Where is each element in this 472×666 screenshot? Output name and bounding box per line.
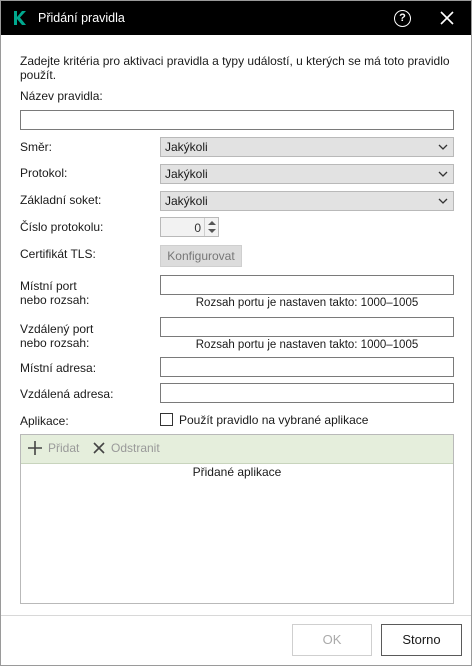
- remove-app-button[interactable]: Odstranit: [93, 441, 160, 455]
- remote-port-hint: Rozsah portu je nastaven takto: 1000–100…: [195, 339, 419, 351]
- ok-button[interactable]: OK: [292, 624, 372, 656]
- configure-button[interactable]: Konfigurovat: [160, 245, 242, 267]
- apply-to-apps-label[interactable]: Použít pravidlo na vybrané aplikace: [179, 413, 368, 427]
- local-address-label: Místní adresa:: [20, 361, 97, 375]
- applications-label: Aplikace:: [20, 414, 69, 428]
- added-apps-header: Přidané aplikace: [192, 465, 282, 479]
- local-port-label-2: nebo rozsah:: [20, 293, 90, 307]
- apply-to-apps-checkbox[interactable]: [160, 413, 173, 426]
- protocol-value: Jakýkoli: [165, 167, 208, 181]
- remove-app-label: Odstranit: [111, 441, 160, 455]
- protocol-number-stepper[interactable]: 0: [160, 217, 219, 237]
- x-icon: [93, 442, 105, 454]
- chevron-down-icon: [438, 171, 448, 177]
- local-port-label-1: Místní port: [20, 279, 77, 293]
- dialog-title: Přidání pravidla: [38, 11, 125, 25]
- local-port-hint: Rozsah portu je nastaven takto: 1000–100…: [195, 297, 419, 309]
- add-app-button[interactable]: Přidat: [28, 441, 79, 455]
- remote-port-label-2: nebo rozsah:: [20, 336, 90, 350]
- local-address-input[interactable]: [160, 357, 454, 377]
- plus-icon: [28, 441, 42, 455]
- applications-panel: Přidat Odstranit Přidané aplikace: [20, 434, 454, 604]
- protocol-number-value: 0: [194, 221, 201, 235]
- direction-label: Směr:: [20, 140, 53, 154]
- footer-divider: [1, 615, 471, 616]
- stepper-down-icon[interactable]: [208, 229, 216, 233]
- local-port-input[interactable]: [160, 275, 454, 295]
- direction-value: Jakýkoli: [165, 140, 208, 154]
- chevron-down-icon: [438, 198, 448, 204]
- protocol-label: Protokol:: [20, 166, 68, 180]
- add-rule-dialog: Přidání pravidla ? Zadejte kritéria pro …: [0, 0, 472, 666]
- socket-select[interactable]: Jakýkoli: [160, 191, 454, 211]
- close-icon[interactable]: [439, 10, 455, 26]
- protocol-select[interactable]: Jakýkoli: [160, 164, 454, 184]
- rule-name-label: Název pravidla:: [20, 89, 103, 103]
- kaspersky-logo-icon: [14, 11, 26, 25]
- protocol-number-label: Číslo protokolu:: [20, 220, 104, 234]
- remote-port-input[interactable]: [160, 317, 454, 337]
- remote-address-input[interactable]: [160, 383, 454, 403]
- applications-toolbar: Přidat Odstranit: [21, 435, 453, 464]
- tls-label: Certifikát TLS:: [20, 247, 96, 261]
- chevron-down-icon: [438, 144, 448, 150]
- remote-address-label: Vzdálená adresa:: [20, 387, 114, 401]
- rule-name-input[interactable]: [20, 110, 454, 130]
- socket-value: Jakýkoli: [165, 194, 208, 208]
- add-app-label: Přidat: [48, 441, 80, 455]
- direction-select[interactable]: Jakýkoli: [160, 137, 454, 157]
- remote-port-label-1: Vzdálený port: [20, 322, 94, 336]
- help-icon[interactable]: ?: [394, 10, 411, 27]
- stepper-up-icon[interactable]: [208, 221, 216, 225]
- stepper-arrows: [204, 218, 218, 236]
- socket-label: Základní soket:: [20, 193, 102, 207]
- title-bar: Přidání pravidla ?: [1, 1, 471, 35]
- intro-text: Zadejte kritéria pro aktivaci pravidla a…: [20, 54, 450, 82]
- cancel-button[interactable]: Storno: [381, 624, 462, 656]
